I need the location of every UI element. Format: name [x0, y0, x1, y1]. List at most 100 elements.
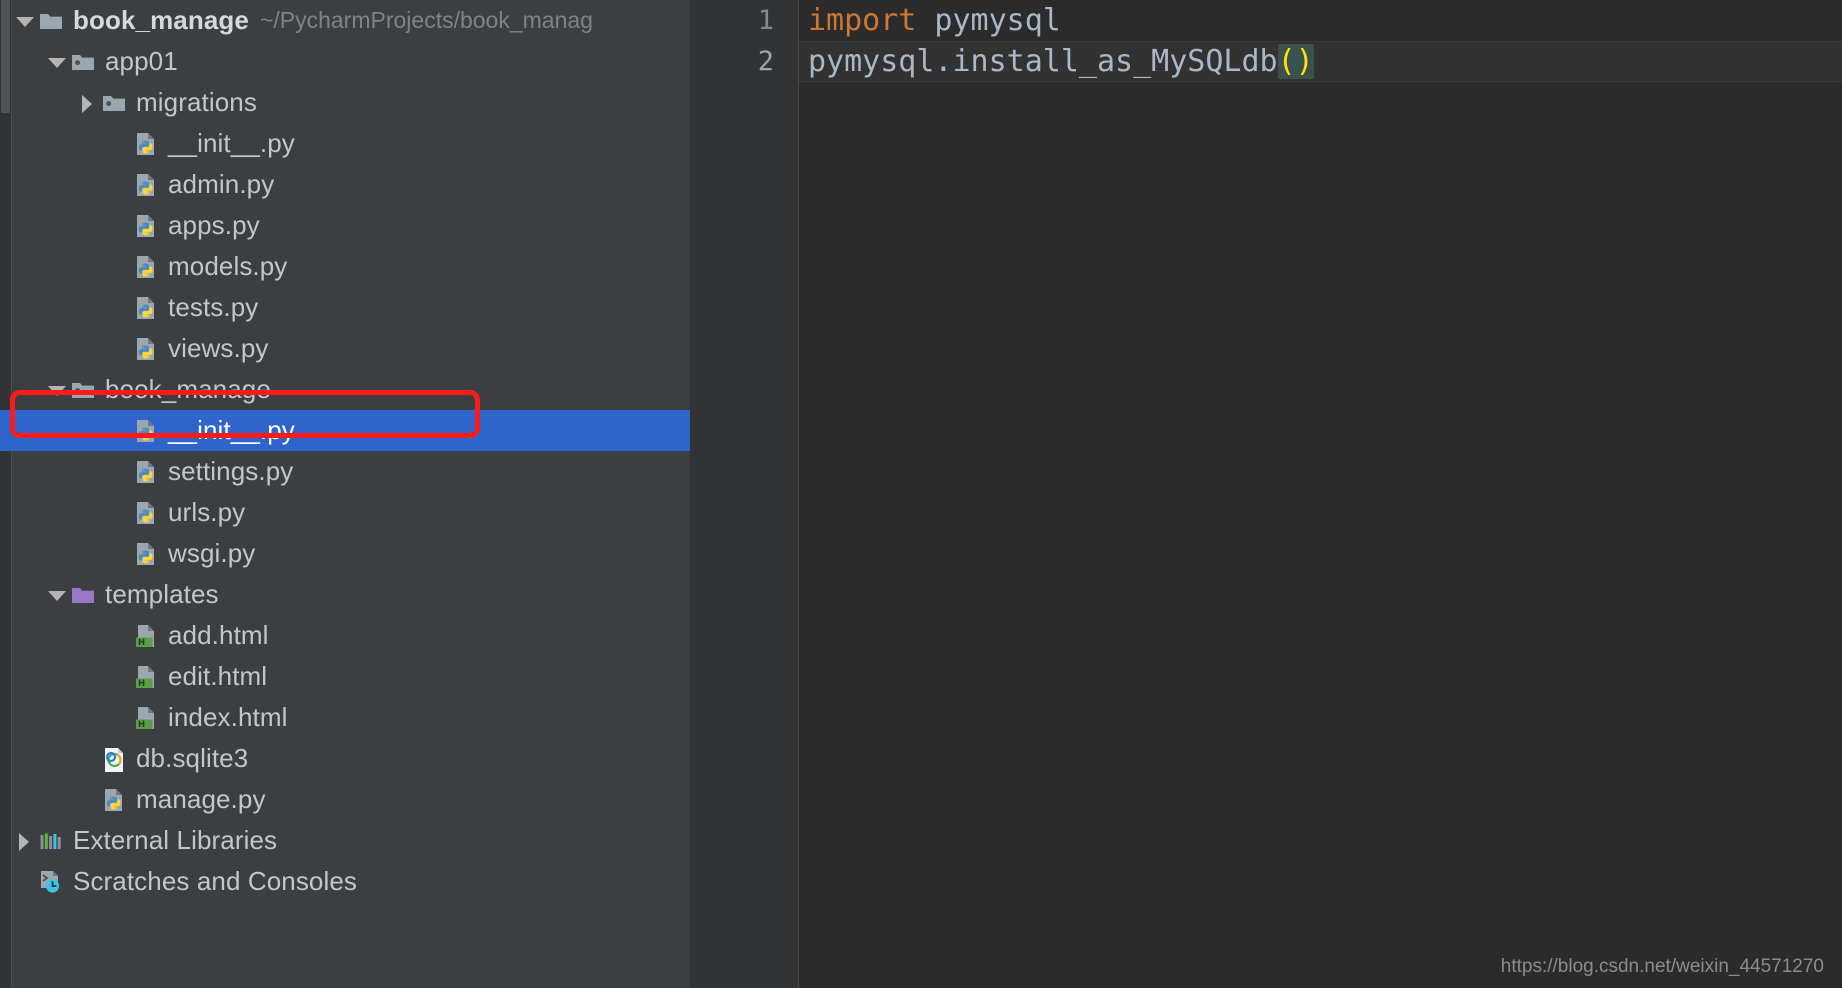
chevron-right-icon[interactable] — [12, 820, 38, 861]
module-folder-icon — [70, 49, 96, 75]
tree-node-tests[interactable]: tests.py — [12, 287, 690, 328]
tree-node-scratches-and-consoles[interactable]: Scratches and Consoles — [12, 861, 690, 902]
code-editor[interactable]: 1 2 import pymysql pymysql.install_as_My… — [690, 0, 1842, 988]
python-file-icon — [133, 500, 159, 526]
tree-node-manage-py[interactable]: manage.py — [12, 779, 690, 820]
twisty-placeholder — [12, 861, 38, 902]
twisty-placeholder — [107, 287, 133, 328]
project-folder-icon — [38, 8, 64, 34]
html-file-icon: H — [133, 705, 159, 731]
twisty-placeholder — [75, 779, 101, 820]
twisty-placeholder — [107, 246, 133, 287]
editor-gutter: 1 2 — [690, 0, 798, 988]
tree-node-book_manage-pkg[interactable]: book_manage — [12, 369, 690, 410]
tree-node-label: book_manage — [105, 374, 271, 404]
tree-node-admin[interactable]: admin.py — [12, 164, 690, 205]
tree-vertical-scrollbar[interactable] — [0, 0, 11, 988]
tree-node-pkg-init[interactable]: __init__.py — [0, 410, 690, 451]
tree-node-label: wsgi.py — [168, 538, 256, 568]
tree-node-label: manage.py — [136, 784, 266, 814]
gutter-border — [798, 0, 799, 988]
twisty-placeholder — [107, 697, 133, 738]
tree-node-label: views.py — [168, 333, 269, 363]
module-folder-icon — [70, 377, 96, 403]
python-file-icon — [101, 787, 127, 813]
chevron-down-icon[interactable] — [12, 0, 38, 41]
html-file-icon: H — [133, 623, 159, 649]
tree-node-label: book_manage — [73, 5, 249, 35]
html-file-icon: H — [133, 664, 159, 690]
pycharm-window: book_manage ~/PycharmProjects/book_managa… — [0, 0, 1842, 988]
line-number-2: 2 — [757, 46, 774, 77]
matched-brackets: () — [1277, 44, 1314, 79]
twisty-placeholder — [107, 533, 133, 574]
python-file-icon — [133, 295, 159, 321]
tree-node-migrations[interactable]: migrations — [12, 82, 690, 123]
tree-node-app01[interactable]: app01 — [12, 41, 690, 82]
project-tree: book_manage ~/PycharmProjects/book_managa… — [0, 0, 690, 902]
python-file-icon — [133, 172, 159, 198]
twisty-placeholder — [107, 656, 133, 697]
tree-node-label: app01 — [105, 46, 178, 76]
tree-node-label: Scratches and Consoles — [73, 866, 358, 896]
tree-node-label: admin.py — [168, 169, 275, 199]
scratches-icon — [38, 869, 64, 895]
twisty-placeholder — [107, 205, 133, 246]
twisty-placeholder — [107, 451, 133, 492]
code-line-1[interactable]: import pymysql — [808, 0, 1061, 41]
line-number-1: 1 — [757, 5, 774, 36]
sqlite-file-icon — [101, 746, 127, 772]
tree-node-label: db.sqlite3 — [136, 743, 249, 773]
tree-node-label: migrations — [136, 87, 257, 117]
tree-node-label: templates — [105, 579, 219, 609]
chevron-right-icon[interactable] — [75, 82, 101, 123]
tree-node-label: tests.py — [168, 292, 259, 322]
svg-text:H: H — [138, 679, 145, 689]
tree-node-urls[interactable]: urls.py — [12, 492, 690, 533]
tree-node-external-libraries[interactable]: External Libraries — [12, 820, 690, 861]
svg-text:H: H — [138, 638, 145, 648]
twisty-placeholder — [107, 615, 133, 656]
tree-node-views[interactable]: views.py — [12, 328, 690, 369]
chevron-down-icon[interactable] — [44, 41, 70, 82]
twisty-placeholder — [107, 492, 133, 533]
module-name-pymysql: pymysql — [916, 3, 1061, 38]
tree-node-wsgi[interactable]: wsgi.py — [12, 533, 690, 574]
python-file-icon — [133, 213, 159, 239]
tree-node-templates[interactable]: templates — [12, 574, 690, 615]
chevron-down-icon[interactable] — [44, 574, 70, 615]
tree-node-settings[interactable]: settings.py — [12, 451, 690, 492]
tree-node-app01-init[interactable]: __init__.py — [12, 123, 690, 164]
twisty-placeholder — [107, 164, 133, 205]
tree-node-db-sqlite3[interactable]: db.sqlite3 — [12, 738, 690, 779]
call-expression-text: pymysql.install_as_MySQLdb — [808, 44, 1278, 79]
tree-node-label: __init__.py — [168, 415, 295, 445]
tree-node-edit-html[interactable]: Hedit.html — [12, 656, 690, 697]
scrollbar-thumb[interactable] — [1, 0, 10, 113]
project-path-hint: ~/PycharmProjects/book_manag — [259, 7, 593, 33]
twisty-placeholder — [107, 410, 133, 451]
tree-node-label: add.html — [168, 620, 269, 650]
tree-node-label: __init__.py — [168, 128, 295, 158]
tree-node-models[interactable]: models.py — [12, 246, 690, 287]
module-folder-icon — [101, 90, 127, 116]
tree-node-add-html[interactable]: Hadd.html — [12, 615, 690, 656]
tree-node-label: urls.py — [168, 497, 246, 527]
watermark-text: https://blog.csdn.net/weixin_44571270 — [1500, 956, 1824, 977]
chevron-down-icon[interactable] — [44, 369, 70, 410]
python-file-icon — [133, 131, 159, 157]
code-line-2[interactable]: pymysql.install_as_MySQLdb() — [808, 41, 1314, 82]
tree-node-book_manage-root[interactable]: book_manage ~/PycharmProjects/book_manag — [12, 0, 690, 41]
project-tool-window: book_manage ~/PycharmProjects/book_managa… — [0, 0, 690, 988]
tree-node-index-html[interactable]: Hindex.html — [12, 697, 690, 738]
twisty-placeholder — [107, 123, 133, 164]
svg-text:H: H — [138, 720, 145, 730]
keyword-import: import — [808, 3, 917, 38]
tree-node-label: edit.html — [168, 661, 268, 691]
python-file-icon — [133, 541, 159, 567]
python-file-icon — [133, 254, 159, 280]
tree-node-apps[interactable]: apps.py — [12, 205, 690, 246]
twisty-placeholder — [75, 738, 101, 779]
external-libraries-icon — [38, 828, 64, 854]
templates-folder-icon — [70, 582, 96, 608]
